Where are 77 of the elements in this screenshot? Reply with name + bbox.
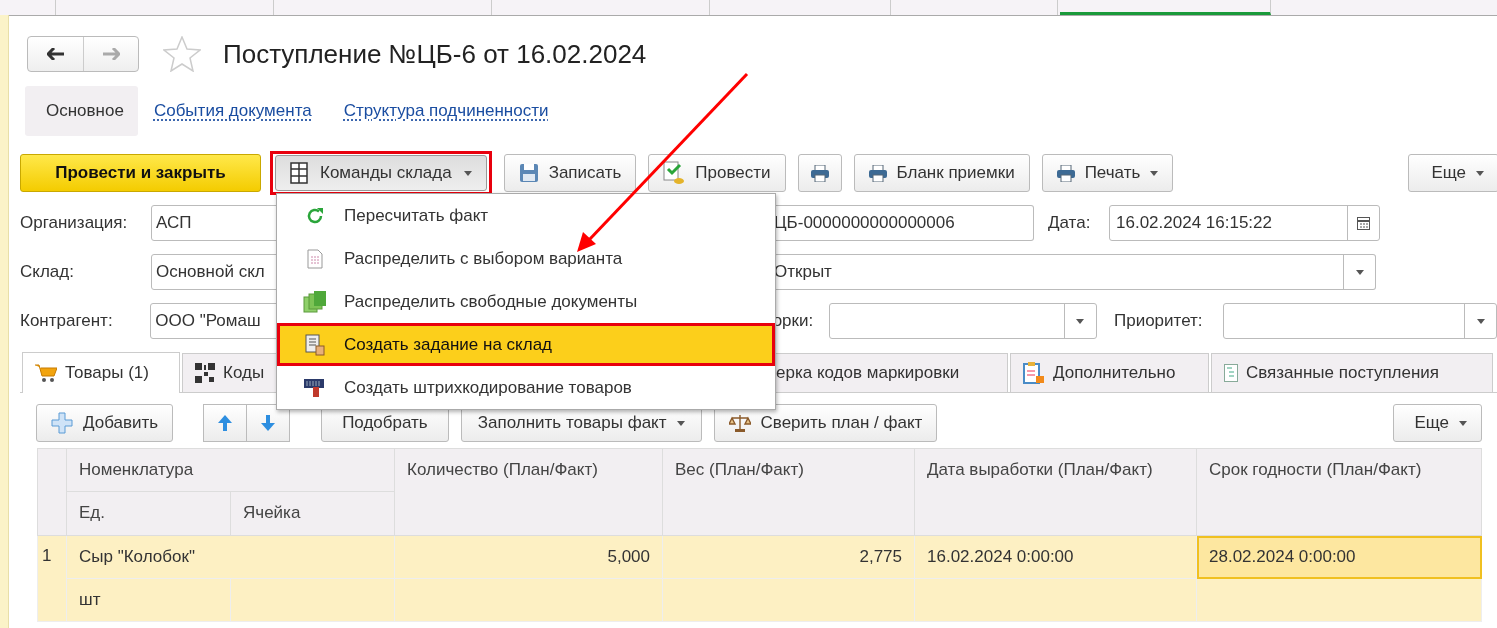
document-title: Поступление №ЦБ-6 от 16.02.2024 [223,38,647,70]
caret-icon [1476,170,1484,176]
documents-icon [303,290,327,313]
section-link[interactable]: События документа [137,86,328,136]
shelves-icon [290,162,308,184]
column-header[interactable]: Ячейка [230,491,395,536]
date-field[interactable]: 16.02.2024 16:15:22 [1109,205,1380,241]
clipboard-icon [1023,362,1045,384]
move-up-button[interactable] [203,404,248,442]
table-cell: 16.02.2024 0:00:00 [914,535,1197,579]
column-header[interactable]: Ед. [66,491,231,536]
caret-icon [676,420,685,426]
caret-icon [1476,318,1485,324]
document-check-icon [663,161,686,185]
caret-icon [1150,170,1159,176]
dropdown-field[interactable]: Открыт [774,254,1376,290]
cart-icon [35,363,57,383]
table-cell[interactable]: 28.02.2024 0:00:00 [1196,535,1482,579]
qr-code-icon [195,363,215,383]
save-button[interactable]: Записать [503,154,637,192]
down-arrow-icon [261,415,276,431]
form-button[interactable]: Бланк приемки [853,154,1030,192]
printer-icon [868,164,887,182]
dropdown-field[interactable] [829,303,1097,339]
up-arrow-icon [218,415,233,431]
printer-icon [1056,164,1075,182]
column-header[interactable]: Дата выработки (План/Факт) [914,448,1197,536]
column-header[interactable]: Номенклатура [66,448,395,492]
forward-arrow-icon [102,48,120,60]
caret-icon [463,170,472,176]
table-cell: 5,000 [394,535,663,579]
post-button[interactable]: Провести [648,154,786,192]
field-label: Контрагент: [20,311,114,331]
printer-icon [810,164,829,182]
refresh-icon [306,206,324,225]
field-label: Организация: [20,213,129,233]
field-label: Склад: [20,262,75,282]
add-button[interactable]: Добавить [36,404,174,442]
more-button[interactable]: Еще [1393,404,1482,442]
scales-icon [728,414,751,432]
column-header[interactable]: Количество (План/Факт) [394,448,663,536]
plus-icon [51,412,73,434]
more-button[interactable]: Еще [1408,154,1497,192]
input-field[interactable]: ЦБ-0000000000000006 [774,205,1034,241]
table-cell: 2,775 [662,535,915,579]
caret-icon [1076,318,1085,324]
table-cell: шт [66,578,231,622]
section-link[interactable]: Структура подчиненности [327,86,565,136]
column-header[interactable]: Вес (План/Факт) [662,448,915,536]
tab[interactable]: Связанные поступления [1211,353,1493,392]
dropdown-field[interactable] [1223,303,1497,339]
tab[interactable]: Товары (1) [22,352,180,393]
post-and-close-button[interactable]: Провести и закрыть [20,154,261,192]
menu-item[interactable]: Создать задание на склад [277,323,775,366]
section-tab[interactable]: Основное [25,86,138,136]
row-number: 1 [37,535,67,622]
task-document-icon [305,333,325,356]
back-arrow-icon [46,48,65,60]
calendar-icon [1357,216,1370,230]
caret-icon [1355,269,1364,275]
compare-button[interactable]: Сверить план / факт [713,404,938,442]
document-icon [307,248,323,269]
tab[interactable]: Коды [182,353,277,392]
tab[interactable]: Дополнительно [1010,353,1209,392]
column-header[interactable]: Срок годности (План/Факт) [1196,448,1482,536]
document-list-icon [1224,364,1238,382]
field-label: Дата: [1048,213,1092,233]
caret-icon [1459,420,1467,426]
field-label: Приоритет: [1113,311,1204,331]
dropdown-button[interactable]: Команды склада [275,155,487,191]
move-down-button[interactable] [247,404,291,442]
star-icon[interactable] [163,36,201,72]
barcode-scanner-icon [303,377,327,398]
table-cell: Сыр "Колобок" [66,535,395,579]
dropdown-button[interactable]: Печать [1041,154,1174,192]
print-button[interactable] [797,154,842,192]
tab[interactable]: ерка кодов маркировки [776,353,1008,392]
